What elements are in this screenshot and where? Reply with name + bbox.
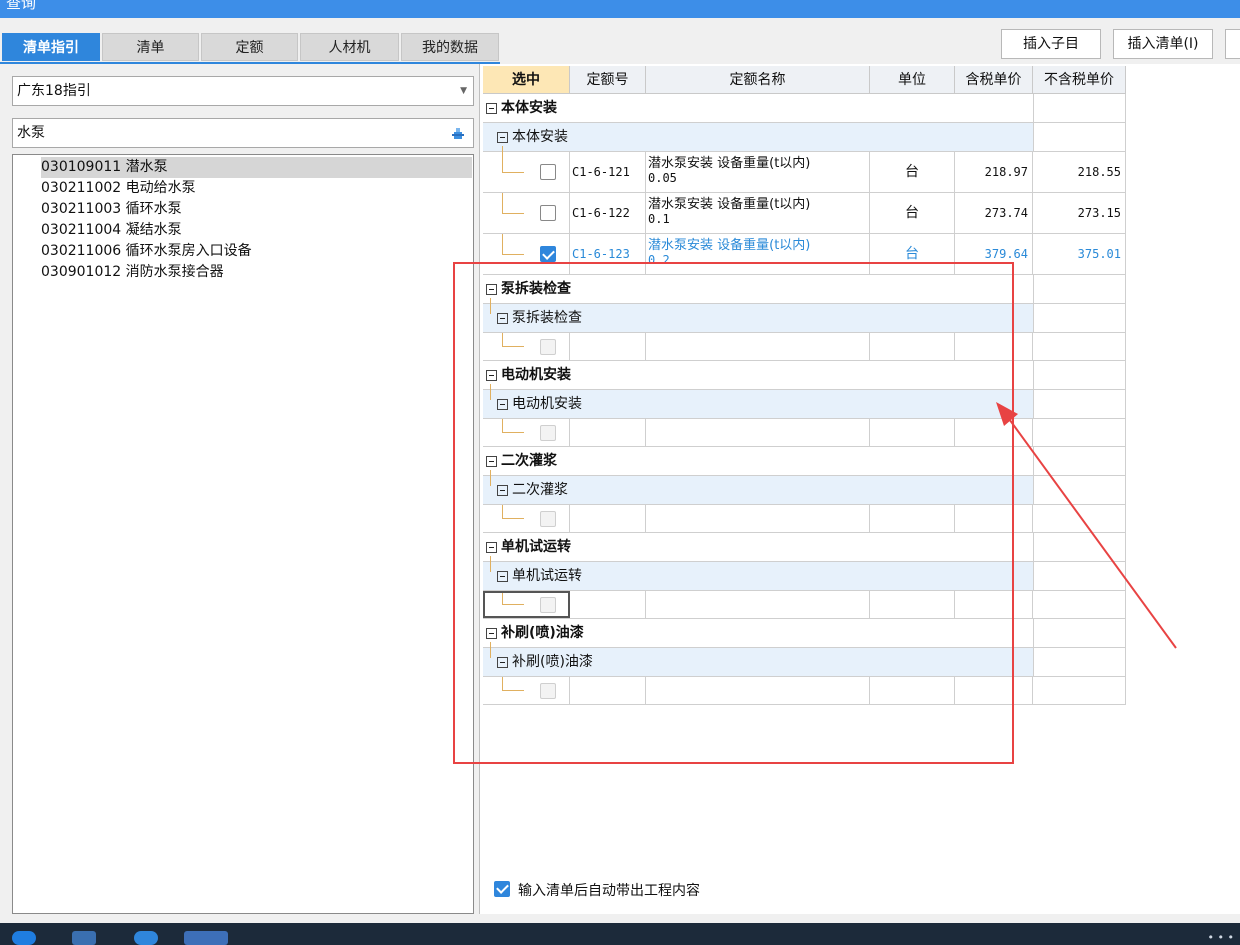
more-button[interactable] bbox=[1225, 29, 1240, 59]
header-notax-price[interactable]: 不含税单价 bbox=[1033, 66, 1126, 94]
taskbar: • • • bbox=[0, 923, 1240, 945]
collapse-icon[interactable] bbox=[497, 484, 508, 496]
quota-name-sub: 0.2 bbox=[648, 253, 670, 267]
table-row[interactable]: C1-6-121 潜水泵安装 设备重量(t以内) 0.05 台 218.97 21… bbox=[483, 146, 1126, 193]
group-title: 本体安装 bbox=[501, 100, 557, 116]
collapse-icon[interactable] bbox=[486, 455, 497, 467]
auto-bring-label: 输入清单后自动带出工程内容 bbox=[518, 883, 700, 899]
quota-code: C1-6-123 bbox=[572, 247, 630, 261]
subgroup-row[interactable]: 本体安装 bbox=[483, 123, 1126, 152]
notax-price: 375.01 bbox=[1077, 247, 1121, 261]
insert-list-button[interactable]: 插入清单(I) bbox=[1113, 29, 1213, 59]
tab-my-data[interactable]: 我的数据 bbox=[401, 33, 499, 61]
table-row[interactable] bbox=[483, 333, 1126, 361]
subgroup-title: 本体安装 bbox=[512, 129, 568, 145]
group-title: 单机试运转 bbox=[501, 539, 571, 555]
list-item[interactable]: 030211003 循环水泵 bbox=[41, 199, 471, 220]
left-panel: 广东18指引 ▼ 水泵 030109011 潜水泵 030211002 电动给水… bbox=[12, 72, 474, 914]
browser-icon[interactable] bbox=[12, 931, 36, 945]
subgroup-title: 泵拆装检查 bbox=[512, 310, 582, 326]
tray-icons[interactable]: • • • bbox=[1208, 931, 1234, 944]
tax-price: 379.64 bbox=[984, 247, 1028, 261]
subgroup-title: 电动机安装 bbox=[512, 396, 582, 412]
quota-code: C1-6-121 bbox=[572, 165, 630, 179]
quota-name-sub: 0.05 bbox=[648, 171, 677, 185]
subgroup-row[interactable]: 泵拆装检查 bbox=[483, 298, 1126, 333]
active-app-icon[interactable] bbox=[184, 931, 228, 945]
tab-bar: 清单指引 清单 定额 人材机 我的数据 bbox=[0, 33, 500, 63]
tab-underline bbox=[0, 62, 500, 64]
app-icon[interactable] bbox=[134, 931, 158, 945]
guide-combo-value: 广东18指引 bbox=[17, 83, 91, 99]
header-code[interactable]: 定额号 bbox=[570, 66, 646, 94]
tax-price: 218.97 bbox=[984, 165, 1028, 179]
notax-price: 218.55 bbox=[1077, 165, 1121, 179]
list-item[interactable]: 030211006 循环水泵房入口设备 bbox=[41, 241, 471, 262]
tab-labor-material[interactable]: 人材机 bbox=[300, 33, 399, 61]
group-row[interactable]: 电动机安装 bbox=[483, 361, 1126, 390]
collapse-icon[interactable] bbox=[486, 102, 497, 114]
collapse-icon[interactable] bbox=[486, 541, 497, 553]
quota-unit: 台 bbox=[870, 193, 955, 233]
chevron-down-icon[interactable]: ▼ bbox=[460, 77, 467, 105]
subgroup-title: 补刷(喷)油漆 bbox=[512, 654, 593, 670]
quota-unit: 台 bbox=[870, 152, 955, 192]
title-bar: 查询 bbox=[0, 0, 1240, 18]
quota-name: 潜水泵安装 设备重量(t以内) bbox=[648, 197, 811, 212]
tab-list-guide[interactable]: 清单指引 bbox=[2, 33, 100, 61]
search-input[interactable]: 水泵 bbox=[12, 118, 474, 148]
list-item[interactable]: 030109011 潜水泵 bbox=[41, 157, 472, 178]
list-item[interactable]: 030211002 电动给水泵 bbox=[41, 178, 471, 199]
collapse-icon[interactable] bbox=[497, 131, 508, 143]
group-title: 电动机安装 bbox=[501, 367, 571, 383]
header-unit[interactable]: 单位 bbox=[870, 66, 955, 94]
subgroup-title: 单机试运转 bbox=[512, 568, 582, 584]
header-select[interactable]: 选中 bbox=[483, 66, 570, 94]
quota-name: 潜水泵安装 设备重量(t以内) bbox=[648, 238, 811, 253]
collapse-icon[interactable] bbox=[486, 627, 497, 639]
collapse-icon[interactable] bbox=[497, 656, 508, 668]
window-title: 查询 bbox=[6, 0, 37, 12]
collapse-icon[interactable] bbox=[497, 312, 508, 324]
group-row[interactable]: 本体安装 bbox=[483, 94, 1126, 123]
list-item[interactable]: 030211004 凝结水泵 bbox=[41, 220, 471, 241]
quota-unit: 台 bbox=[870, 234, 955, 274]
group-row[interactable]: 泵拆装检查 bbox=[483, 275, 1126, 304]
collapse-icon[interactable] bbox=[497, 570, 508, 582]
guide-combo[interactable]: 广东18指引 ▼ bbox=[12, 76, 474, 106]
table-row[interactable]: C1-6-122 潜水泵安装 设备重量(t以内) 0.1 台 273.74 273… bbox=[483, 193, 1126, 234]
subgroup-row[interactable]: 补刷(喷)油漆 bbox=[483, 642, 1126, 677]
collapse-icon[interactable] bbox=[497, 398, 508, 410]
table-row[interactable]: C1-6-123 潜水泵安装 设备重量(t以内) 0.2 台 379.64 375… bbox=[483, 234, 1126, 275]
group-title: 泵拆装检查 bbox=[501, 281, 571, 297]
header-tax-price[interactable]: 含税单价 bbox=[955, 66, 1033, 94]
search-value: 水泵 bbox=[17, 125, 45, 141]
tab-quota[interactable]: 定额 bbox=[201, 33, 298, 61]
checkbox-checked-icon[interactable] bbox=[494, 881, 510, 897]
group-title: 二次灌浆 bbox=[501, 453, 557, 469]
header-name[interactable]: 定额名称 bbox=[646, 66, 870, 94]
quota-name-sub: 0.1 bbox=[648, 212, 670, 226]
list-item[interactable]: 030901012 消防水泵接合器 bbox=[41, 262, 471, 283]
collapse-icon[interactable] bbox=[486, 283, 497, 295]
annotation-arrow-icon bbox=[996, 402, 1177, 649]
tax-price: 273.74 bbox=[984, 206, 1028, 220]
insert-sub-button[interactable]: 插入子目 bbox=[1001, 29, 1101, 59]
search-icon[interactable] bbox=[451, 126, 465, 140]
collapse-icon[interactable] bbox=[486, 369, 497, 381]
app-icon[interactable] bbox=[72, 931, 96, 945]
table-row[interactable] bbox=[483, 677, 1126, 705]
subgroup-title: 二次灌浆 bbox=[512, 482, 568, 498]
tab-list[interactable]: 清单 bbox=[102, 33, 199, 61]
quota-code: C1-6-122 bbox=[572, 206, 630, 220]
notax-price: 273.15 bbox=[1077, 206, 1121, 220]
list-items[interactable]: 030109011 潜水泵 030211002 电动给水泵 030211003 … bbox=[12, 154, 474, 914]
group-title: 补刷(喷)油漆 bbox=[501, 625, 584, 641]
quota-name: 潜水泵安装 设备重量(t以内) bbox=[648, 156, 811, 171]
